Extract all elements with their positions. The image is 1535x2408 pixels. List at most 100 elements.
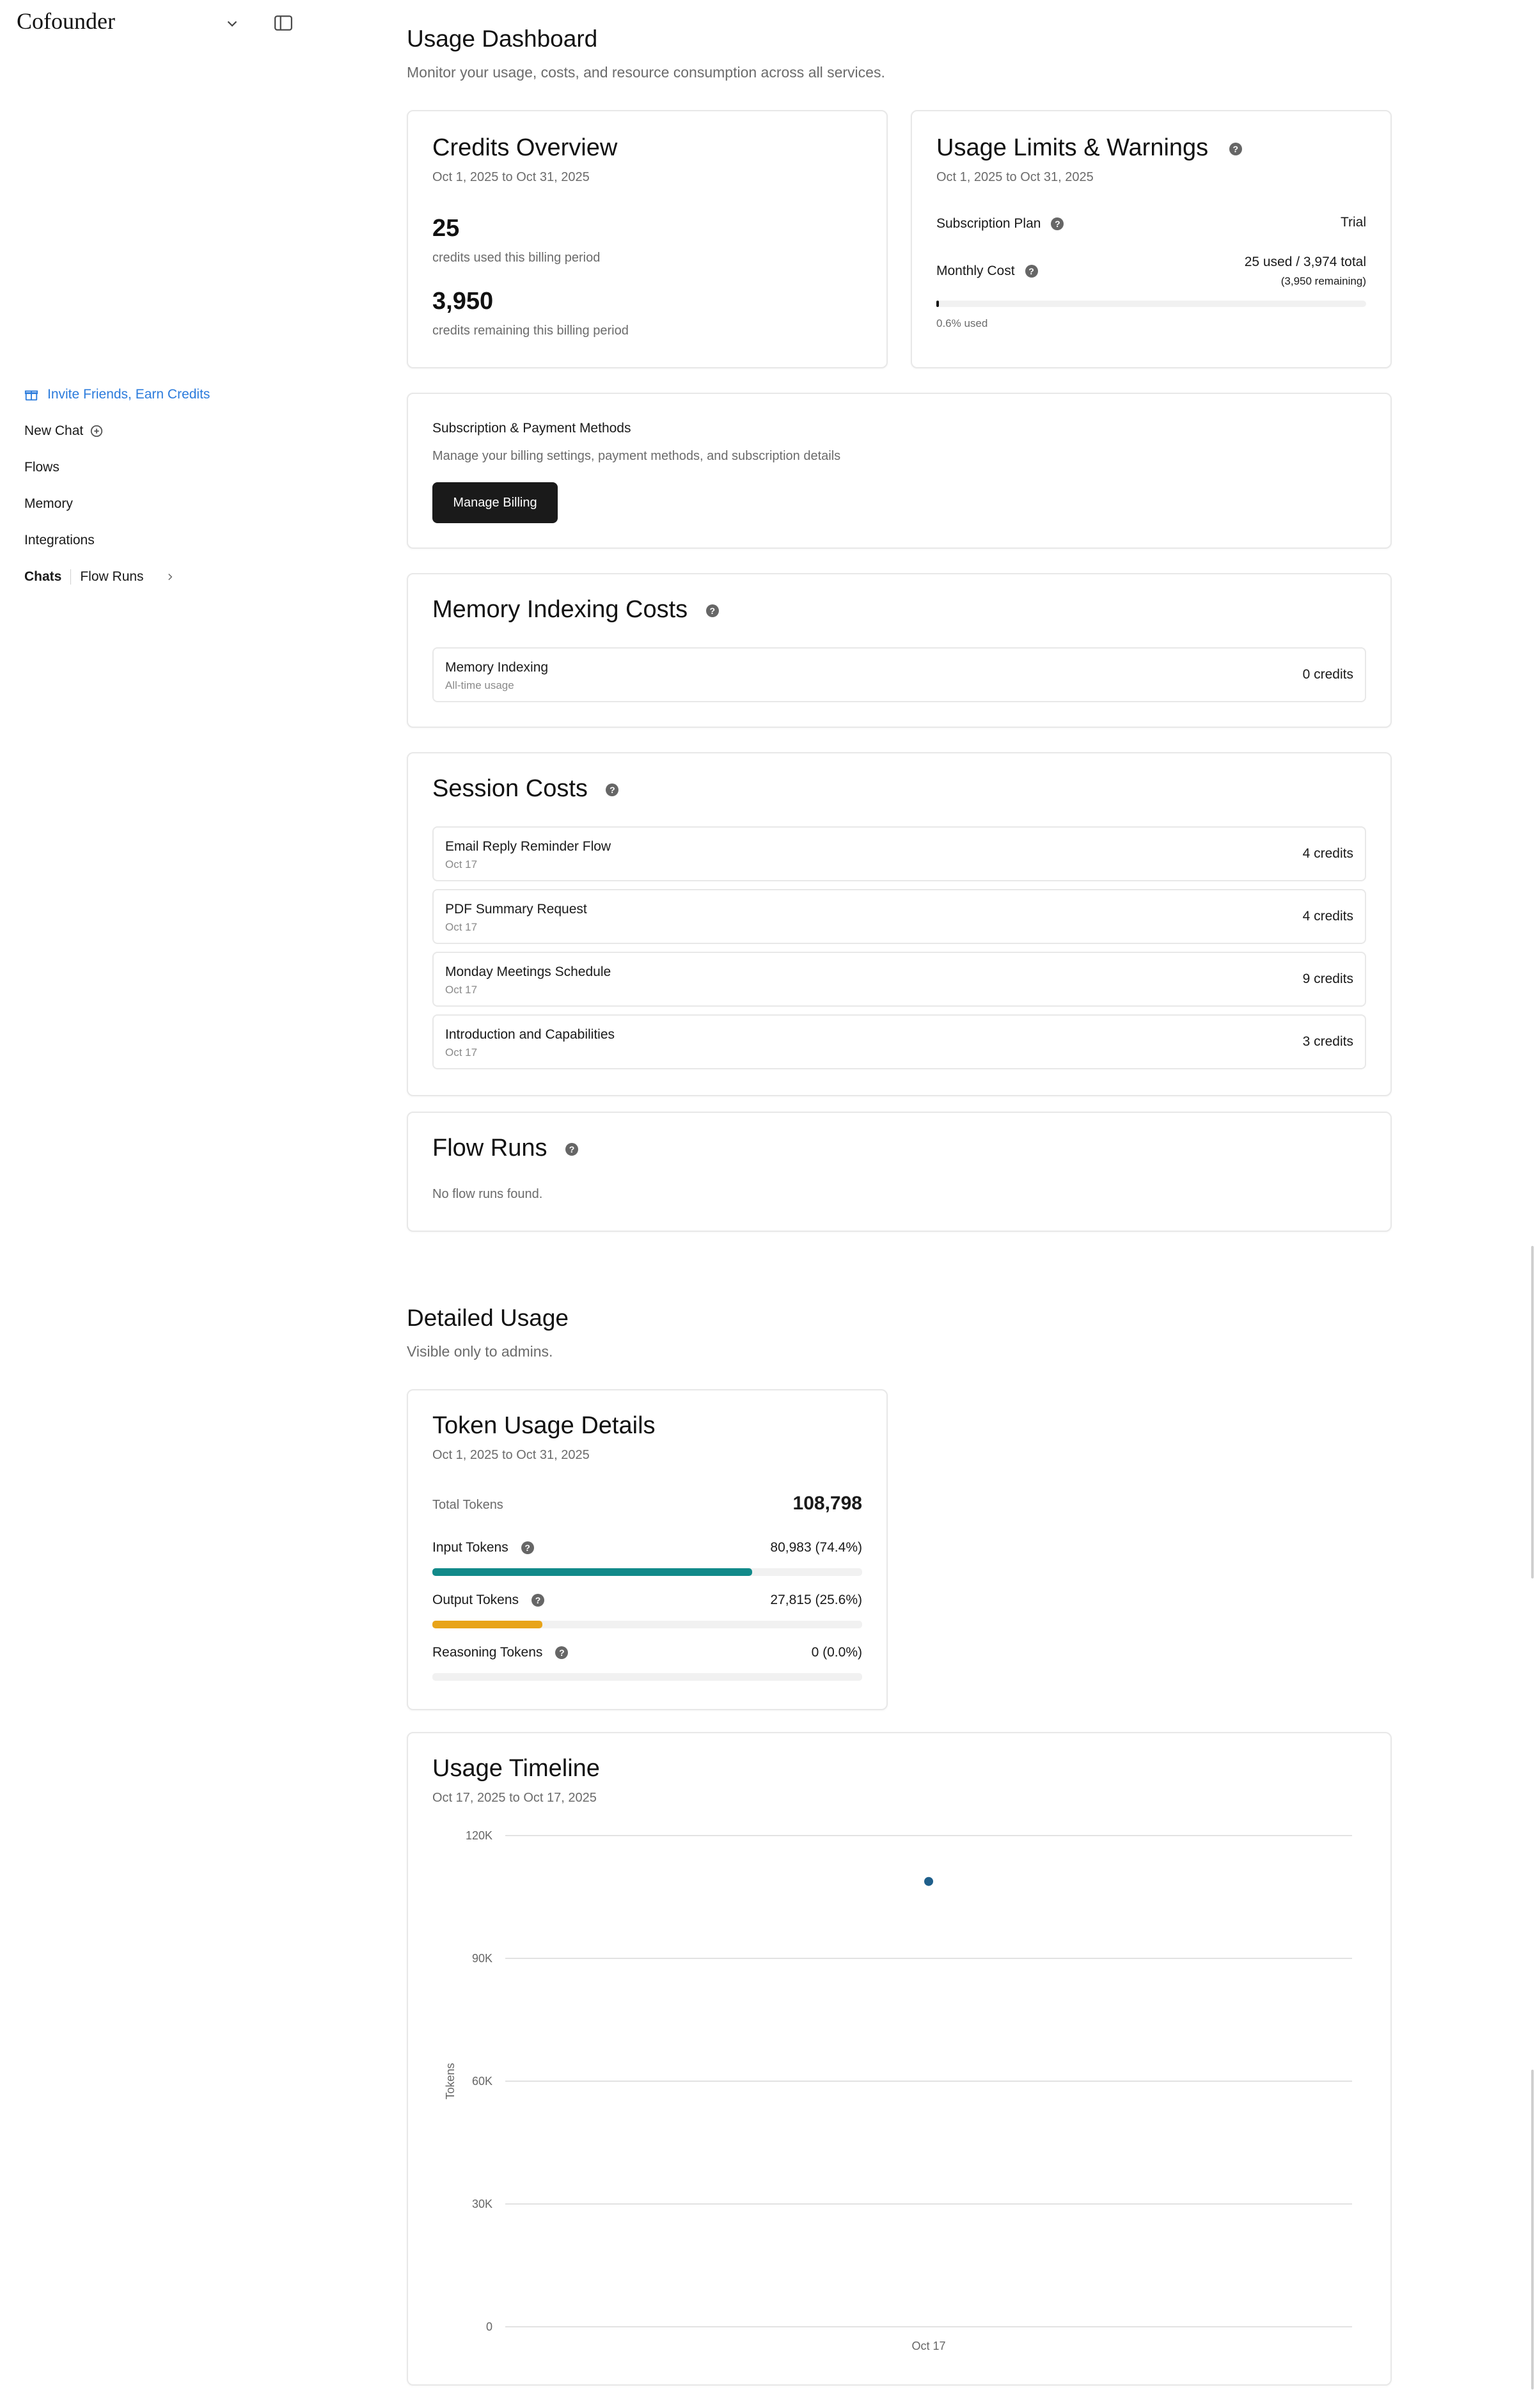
row-name: Email Reply Reminder Flow	[445, 839, 611, 854]
sidebar-item-label: Memory	[24, 496, 73, 511]
chevron-down-icon[interactable]	[224, 15, 240, 32]
input-tokens-label: Input Tokens ?	[432, 1540, 534, 1555]
data-point	[924, 1877, 933, 1886]
reasoning-tokens-label: Reasoning Tokens ?	[432, 1645, 569, 1660]
brand-name: Cofounder	[17, 8, 115, 34]
tab-flow-runs[interactable]: Flow Runs	[80, 569, 143, 585]
card-date-range: Oct 1, 2025 to Oct 31, 2025	[432, 1448, 590, 1462]
row-date: Oct 17	[445, 921, 478, 933]
monthly-cost-remaining: (3,950 remaining)	[1280, 275, 1366, 287]
list-item[interactable]: Introduction and Capabilities Oct 17 3 c…	[432, 1014, 1366, 1069]
page-subtitle: Monitor your usage, costs, and resource …	[407, 64, 885, 81]
reasoning-tokens-bar	[432, 1673, 862, 1681]
y-tick-label: 120K	[466, 1829, 492, 1842]
x-tick-label: Oct 17	[911, 2340, 945, 2352]
total-tokens-label: Total Tokens	[432, 1498, 503, 1512]
row-date: Oct 17	[445, 1046, 478, 1058]
y-tick-label: 60K	[472, 2075, 492, 2088]
new-chat-label: New Chat	[24, 423, 84, 438]
row-label-text: Reasoning Tokens	[432, 1645, 543, 1660]
sidebar-item-flows[interactable]: Flows	[24, 449, 210, 485]
card-title: Usage Limits & Warnings ?	[936, 134, 1242, 162]
input-tokens-bar	[432, 1568, 862, 1576]
card-title-text: Memory Indexing Costs	[432, 596, 688, 623]
monthly-cost-label: Monthly Cost ?	[936, 264, 1038, 279]
list-item[interactable]: PDF Summary Request Oct 17 4 credits	[432, 889, 1366, 944]
input-tokens-value: 80,983 (74.4%)	[770, 1540, 862, 1555]
row-label-text: Output Tokens	[432, 1593, 519, 1607]
y-tick-label: 0	[486, 2320, 492, 2333]
memory-indexing-card: Memory Indexing Costs ? Memory Indexing …	[407, 573, 1392, 728]
gift-icon	[24, 390, 38, 400]
row-subtext: All-time usage	[445, 679, 514, 691]
row-name: Introduction and Capabilities	[445, 1027, 615, 1042]
help-icon[interactable]: ?	[705, 604, 719, 617]
sidebar-nav: Invite Friends, Earn Credits New Chat Fl…	[24, 376, 210, 595]
sidebar-toggle-icon[interactable]	[274, 14, 293, 32]
subscription-plan-label: Subscription Plan ?	[936, 216, 1064, 232]
card-title-text: Usage Limits & Warnings	[936, 134, 1209, 161]
page-title: Usage Dashboard	[407, 26, 598, 52]
used-percent-label: 0.6% used	[936, 317, 988, 329]
help-icon[interactable]: ?	[1051, 217, 1064, 230]
card-title: Flow Runs ?	[432, 1135, 579, 1162]
card-title: Memory Indexing Costs ?	[432, 596, 719, 624]
token-usage-card: Token Usage Details Oct 1, 2025 to Oct 3…	[407, 1389, 888, 1710]
row-value: 4 credits	[1302, 909, 1353, 924]
invite-friends-link[interactable]: Invite Friends, Earn Credits	[24, 376, 210, 413]
new-chat-button[interactable]: New Chat	[24, 413, 210, 449]
row-name: PDF Summary Request	[445, 902, 587, 917]
y-tick-label: 90K	[472, 1952, 492, 1965]
output-tokens-bar	[432, 1621, 862, 1628]
help-icon[interactable]: ?	[565, 1142, 579, 1156]
row-name: Monday Meetings Schedule	[445, 964, 611, 979]
card-title-text: Session Costs	[432, 775, 588, 802]
list-item: Memory Indexing All-time usage 0 credits	[432, 647, 1366, 702]
y-axis-label: Tokens	[444, 2063, 457, 2099]
billing-title: Subscription & Payment Methods	[432, 421, 631, 436]
help-icon[interactable]: ?	[606, 783, 619, 796]
row-value: 3 credits	[1302, 1034, 1353, 1049]
usage-progress-fill	[936, 301, 940, 307]
sidebar-item-integrations[interactable]: Integrations	[24, 522, 210, 558]
help-icon[interactable]: ?	[555, 1646, 569, 1659]
total-tokens-value: 108,798	[792, 1493, 862, 1514]
sidebar-tabs: Chats Flow Runs	[24, 558, 210, 595]
list-item[interactable]: Monday Meetings Schedule Oct 17 9 credit…	[432, 952, 1366, 1007]
y-tick-label: 30K	[472, 2198, 492, 2210]
card-title: Credits Overview	[432, 134, 618, 161]
subscription-plan-value: Trial	[1340, 215, 1366, 230]
invite-label: Invite Friends, Earn Credits	[47, 386, 210, 402]
card-date-range: Oct 1, 2025 to Oct 31, 2025	[936, 170, 1094, 184]
list-item[interactable]: Email Reply Reminder Flow Oct 17 4 credi…	[432, 826, 1366, 881]
scrollbar-thumb[interactable]	[1531, 1246, 1534, 1578]
row-label-text: Subscription Plan	[936, 216, 1041, 231]
output-tokens-fill	[432, 1621, 543, 1628]
card-title-text: Flow Runs	[432, 1135, 547, 1161]
chevron-right-icon[interactable]	[164, 571, 176, 583]
help-icon[interactable]: ?	[531, 1594, 545, 1607]
section-subtitle: Visible only to admins.	[407, 1343, 553, 1360]
row-label-text: Input Tokens	[432, 1540, 508, 1555]
sidebar-item-memory[interactable]: Memory	[24, 485, 210, 522]
credits-used-caption: credits used this billing period	[432, 251, 601, 265]
tab-divider	[70, 569, 72, 585]
scrollbar-thumb[interactable]	[1531, 2070, 1534, 2389]
plus-circle-icon	[91, 425, 103, 437]
credits-remaining-caption: credits remaining this billing period	[432, 324, 629, 338]
reasoning-tokens-value: 0 (0.0%)	[811, 1645, 862, 1660]
session-costs-card: Session Costs ? Email Reply Reminder Flo…	[407, 752, 1392, 1096]
section-title: Detailed Usage	[407, 1305, 569, 1331]
help-icon[interactable]: ?	[521, 1541, 534, 1554]
row-value: 0 credits	[1302, 667, 1353, 682]
output-tokens-label: Output Tokens ?	[432, 1593, 545, 1608]
credits-used-value: 25	[432, 215, 460, 242]
help-icon[interactable]: ?	[1229, 142, 1242, 155]
manage-billing-button[interactable]: Manage Billing	[432, 482, 558, 523]
usage-limits-card: Usage Limits & Warnings ? Oct 1, 2025 to…	[911, 110, 1392, 368]
help-icon[interactable]: ?	[1025, 265, 1038, 278]
tab-chats[interactable]: Chats	[24, 569, 61, 585]
card-date-range: Oct 1, 2025 to Oct 31, 2025	[432, 170, 590, 184]
input-tokens-fill	[432, 1568, 752, 1576]
sidebar-item-label: Integrations	[24, 532, 95, 547]
